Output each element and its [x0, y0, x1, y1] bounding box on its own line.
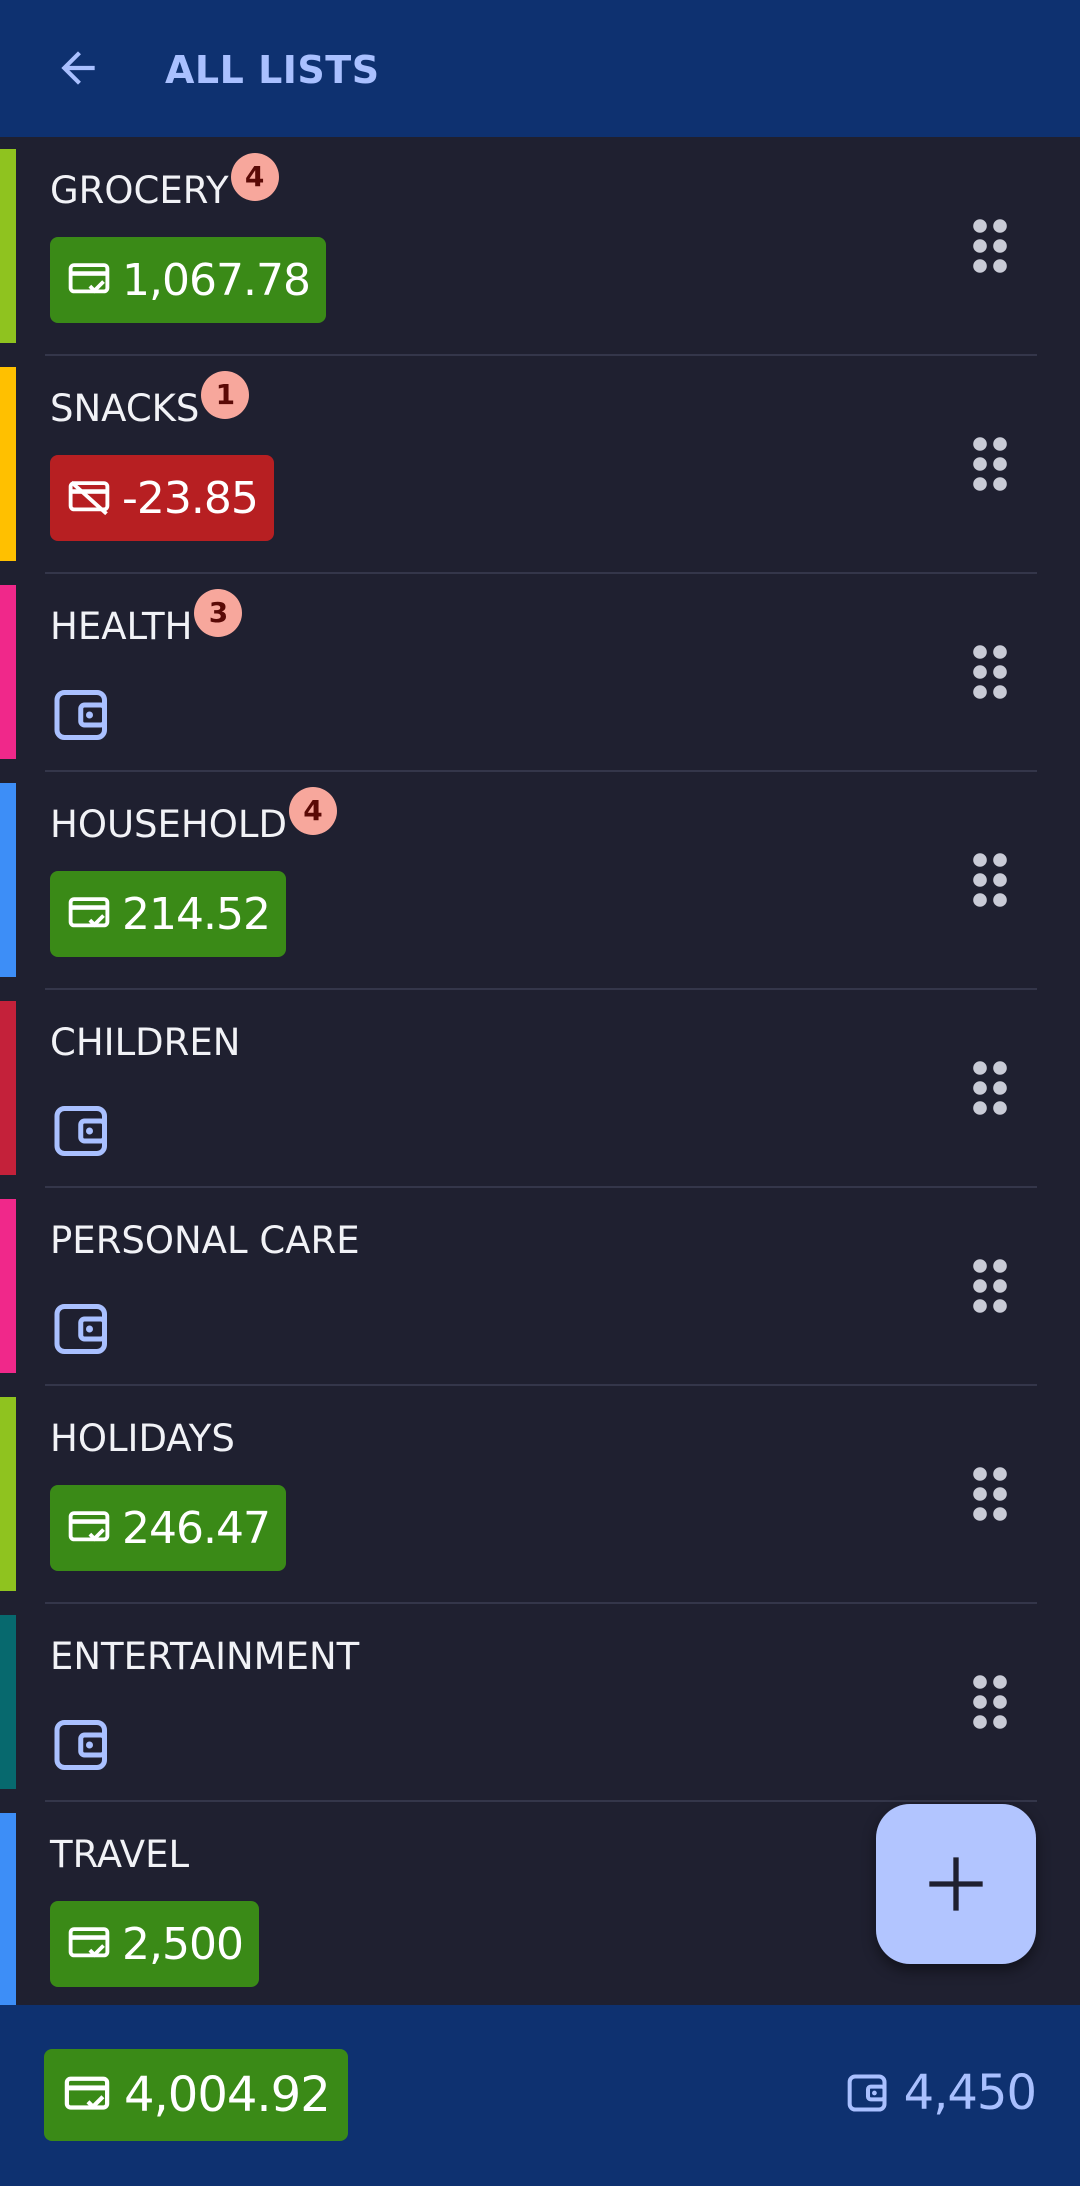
drag-handle-icon[interactable] [972, 1466, 1012, 1522]
list-row[interactable]: ENTERTAINMENT [0, 1603, 1080, 1801]
amount-chip[interactable]: 1,067.78 [50, 237, 326, 323]
drag-handle-icon[interactable] [972, 218, 1012, 274]
spent-total-chip[interactable]: 4,004.92 [44, 2049, 348, 2141]
wallet-icon[interactable] [52, 685, 112, 745]
list-title: SNACKS 1 [50, 371, 250, 435]
drag-handle-icon[interactable] [972, 436, 1012, 492]
drag-handle-icon[interactable] [972, 644, 1012, 700]
list-name: ENTERTAINMENT [50, 1635, 360, 1678]
page-title: ALL LISTS [165, 48, 380, 92]
list-name: GROCERY [50, 169, 229, 212]
app-bar: ALL LISTS [0, 0, 1080, 137]
list-name: HEALTH [50, 605, 193, 648]
list-title: ENTERTAINMENT [50, 1635, 359, 1678]
list-row[interactable]: CHILDREN [0, 989, 1080, 1187]
drag-handle-icon[interactable] [972, 1674, 1012, 1730]
item-count-badge: 3 [194, 589, 243, 637]
list-row[interactable]: HOLIDAYS 246.47 [0, 1385, 1080, 1603]
amount-chip[interactable]: 214.52 [50, 871, 286, 957]
list-title: HOUSEHOLD 4 [50, 787, 337, 851]
list-row[interactable]: SNACKS 1 -23.85 [0, 355, 1080, 573]
list-color-stripe [0, 783, 16, 977]
amount-chip[interactable]: 2,500 [50, 1901, 259, 1987]
amount-value: 214.52 [122, 888, 271, 940]
card-check-icon [64, 2076, 110, 2110]
item-count-badge: 4 [288, 787, 337, 835]
card-check-icon [68, 897, 110, 928]
card-check-icon [68, 1511, 110, 1542]
list-title: PERSONAL CARE [50, 1219, 360, 1262]
wallet-icon [847, 2074, 887, 2112]
budget-total: 4,450 [846, 2065, 1037, 2121]
list-name: TRAVEL [50, 1833, 190, 1876]
list-name: HOUSEHOLD [50, 803, 287, 846]
arrow-left-icon [61, 51, 95, 85]
list-color-stripe [0, 1001, 16, 1175]
add-list-button[interactable] [876, 1804, 1036, 1964]
back-button[interactable] [40, 30, 116, 106]
list-title: TRAVEL [50, 1833, 189, 1876]
list-title: CHILDREN [50, 1021, 240, 1064]
lists-container: GROCERY 4 1,067.78 SNACKS 1 -23.85 HEALTH 3 HOUS… [0, 137, 1080, 2005]
wallet-icon[interactable] [52, 1101, 112, 1161]
drag-handle-icon[interactable] [972, 852, 1012, 908]
amount-value: 246.47 [122, 1502, 271, 1554]
wallet-icon[interactable] [52, 1715, 112, 1775]
list-row[interactable]: HEALTH 3 [0, 573, 1080, 771]
drag-handle-icon[interactable] [972, 1258, 1012, 1314]
card-check-icon [68, 263, 110, 294]
list-color-stripe [0, 1813, 16, 2005]
list-name: HOLIDAYS [50, 1417, 235, 1460]
totals-bar: 4,004.92 4,450 [0, 2005, 1080, 2186]
list-title: GROCERY 4 [50, 153, 279, 217]
list-row[interactable]: PERSONAL CARE [0, 1187, 1080, 1385]
list-title: HEALTH 3 [50, 589, 243, 653]
list-color-stripe [0, 1199, 16, 1373]
budget-total-value: 4,450 [903, 2065, 1037, 2121]
card-off-icon [68, 480, 110, 516]
amount-value: -23.85 [122, 472, 259, 524]
list-name: CHILDREN [50, 1021, 241, 1064]
list-color-stripe [0, 367, 16, 561]
card-check-icon [68, 1927, 110, 1958]
list-color-stripe [0, 149, 16, 343]
plus-icon [929, 1857, 983, 1911]
amount-value: 2,500 [122, 1918, 244, 1970]
list-color-stripe [0, 585, 16, 759]
spent-total-value: 4,004.92 [124, 2067, 331, 2123]
list-title: HOLIDAYS [50, 1417, 235, 1460]
overspent-chip[interactable]: -23.85 [50, 455, 274, 541]
list-name: SNACKS [50, 387, 200, 430]
amount-chip[interactable]: 246.47 [50, 1485, 286, 1571]
amount-value: 1,067.78 [122, 254, 311, 306]
list-color-stripe [0, 1397, 16, 1591]
drag-handle-icon[interactable] [972, 1060, 1012, 1116]
list-row[interactable]: HOUSEHOLD 4 214.52 [0, 771, 1080, 989]
list-color-stripe [0, 1615, 16, 1789]
wallet-icon[interactable] [52, 1299, 112, 1359]
list-name: PERSONAL CARE [50, 1219, 360, 1262]
list-row[interactable]: GROCERY 4 1,067.78 [0, 137, 1080, 355]
item-count-badge: 4 [230, 153, 279, 201]
item-count-badge: 1 [201, 371, 250, 419]
